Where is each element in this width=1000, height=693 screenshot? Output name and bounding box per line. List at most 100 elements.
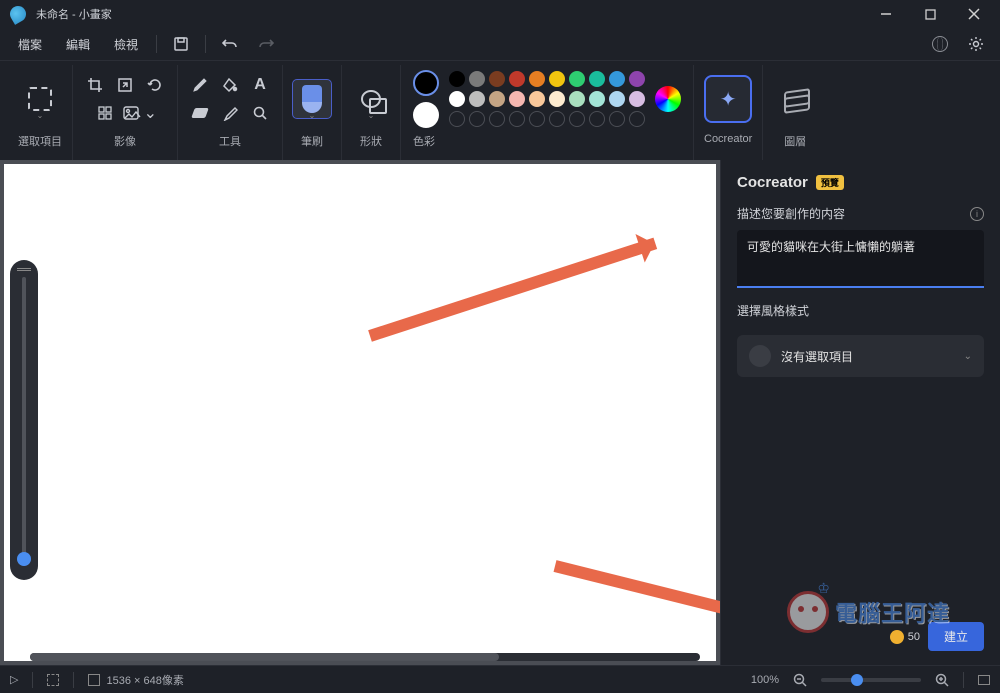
brush-size-slider[interactable]	[10, 260, 38, 580]
chevron-down-icon: ⌄	[964, 351, 972, 362]
cocreator-panel: Cocreator預覽 描述您要創作的内容 i 選擇風格樣式 沒有選取項目 ⌄ …	[720, 160, 1000, 665]
group-label: 工具	[219, 133, 241, 149]
color-swatch[interactable]	[569, 71, 585, 87]
canvas-size: 1536 × 648像素	[88, 672, 183, 688]
color-swatch[interactable]	[629, 71, 645, 87]
pencil-tool[interactable]	[188, 73, 212, 97]
zoom-out-button[interactable]	[793, 673, 807, 687]
color-swatch[interactable]	[469, 91, 485, 107]
color-swatch[interactable]	[589, 91, 605, 107]
preview-badge: 預覽	[816, 175, 844, 190]
menubar: 檔案 編輯 檢視	[0, 28, 1000, 60]
color-swatch-empty[interactable]	[589, 111, 605, 127]
color-2[interactable]	[413, 102, 439, 128]
edit-colors-button[interactable]	[655, 86, 681, 112]
group-label: 形狀	[360, 133, 382, 149]
layers-button[interactable]	[773, 77, 817, 121]
color-swatch-empty[interactable]	[529, 111, 545, 127]
language-button[interactable]	[924, 30, 956, 58]
info-icon[interactable]: i	[970, 207, 984, 221]
sparkle-icon	[720, 87, 737, 112]
selection-tool[interactable]: ⌄	[21, 80, 59, 118]
color-swatch[interactable]	[509, 91, 525, 107]
color-swatch[interactable]	[549, 71, 565, 87]
group-label: 影像	[114, 133, 136, 149]
group-selection: ⌄ 選取項目	[8, 65, 73, 160]
minimize-button[interactable]	[864, 0, 908, 28]
color-swatch[interactable]	[529, 71, 545, 87]
undo-button[interactable]	[214, 30, 246, 58]
group-label: Cocreator	[704, 133, 752, 145]
settings-button[interactable]	[960, 30, 992, 58]
generate-button[interactable]: 建立	[928, 622, 984, 651]
canvas-area	[0, 160, 720, 665]
horizontal-scrollbar[interactable]	[30, 653, 700, 661]
menu-file[interactable]: 檔案	[8, 32, 52, 57]
color-swatch-empty[interactable]	[569, 111, 585, 127]
close-button[interactable]	[952, 0, 996, 28]
color-swatch-empty[interactable]	[609, 111, 625, 127]
group-layers: 圖層	[763, 65, 827, 160]
main-area: Cocreator預覽 描述您要創作的内容 i 選擇風格樣式 沒有選取項目 ⌄ …	[0, 160, 1000, 665]
import-button[interactable]: ⌄	[123, 101, 157, 125]
shapes-tool[interactable]: ⌄	[352, 80, 390, 118]
color-swatch[interactable]	[629, 91, 645, 107]
panel-title: Cocreator預覽	[737, 174, 984, 191]
menu-view[interactable]: 檢視	[104, 32, 148, 57]
color-swatch[interactable]	[569, 91, 585, 107]
app-icon	[7, 3, 29, 25]
canvas[interactable]	[4, 164, 716, 661]
crop-button[interactable]	[83, 73, 107, 97]
color-swatch-empty[interactable]	[549, 111, 565, 127]
color-swatch-empty[interactable]	[489, 111, 505, 127]
rotate-button[interactable]	[143, 73, 167, 97]
eraser-tool[interactable]	[188, 101, 212, 125]
group-image: ⌄ 影像	[73, 65, 178, 160]
color-swatch-empty[interactable]	[509, 111, 525, 127]
color-swatch[interactable]	[609, 71, 625, 87]
color-swatch[interactable]	[449, 91, 465, 107]
zoom-slider[interactable]	[821, 678, 921, 682]
color-swatch[interactable]	[589, 71, 605, 87]
text-tool[interactable]: A	[248, 73, 272, 97]
menu-edit[interactable]: 編輯	[56, 32, 100, 57]
grid-button[interactable]	[93, 101, 117, 125]
describe-label: 描述您要創作的内容	[737, 205, 845, 222]
color-swatch-empty[interactable]	[469, 111, 485, 127]
style-selected-text: 沒有選取項目	[781, 348, 853, 365]
group-label: 色彩	[413, 133, 435, 149]
color-picker-tool[interactable]	[218, 101, 242, 125]
fit-screen-button[interactable]	[978, 675, 990, 685]
color-swatch[interactable]	[509, 71, 525, 87]
group-label: 選取項目	[18, 133, 62, 149]
color-swatch-empty[interactable]	[629, 111, 645, 127]
color-swatch[interactable]	[489, 71, 505, 87]
color-swatch[interactable]	[469, 71, 485, 87]
color-swatch[interactable]	[529, 91, 545, 107]
group-label: 圖層	[784, 133, 806, 149]
credits-display: 50	[890, 630, 920, 644]
color-swatch[interactable]	[549, 91, 565, 107]
cocreator-button[interactable]	[706, 77, 750, 121]
color-swatch[interactable]	[609, 91, 625, 107]
selection-size	[47, 674, 59, 686]
magnifier-tool[interactable]	[248, 101, 272, 125]
style-dropdown[interactable]: 沒有選取項目 ⌄	[737, 335, 984, 377]
resize-button[interactable]	[113, 73, 137, 97]
color-swatch-empty[interactable]	[449, 111, 465, 127]
color-swatch[interactable]	[449, 71, 465, 87]
brush-tool[interactable]: ⌄	[293, 80, 331, 118]
cursor-position	[10, 673, 18, 686]
fill-tool[interactable]	[218, 73, 242, 97]
group-colors: 色彩	[401, 65, 694, 160]
maximize-button[interactable]	[908, 0, 952, 28]
coin-icon	[890, 630, 904, 644]
zoom-in-button[interactable]	[935, 673, 949, 687]
prompt-input[interactable]	[737, 230, 984, 288]
color-1[interactable]	[413, 70, 439, 96]
group-shapes: ⌄ 形狀	[342, 65, 401, 160]
zoom-level: 100%	[751, 674, 779, 686]
color-swatch[interactable]	[489, 91, 505, 107]
save-button[interactable]	[165, 30, 197, 58]
redo-button[interactable]	[250, 30, 282, 58]
